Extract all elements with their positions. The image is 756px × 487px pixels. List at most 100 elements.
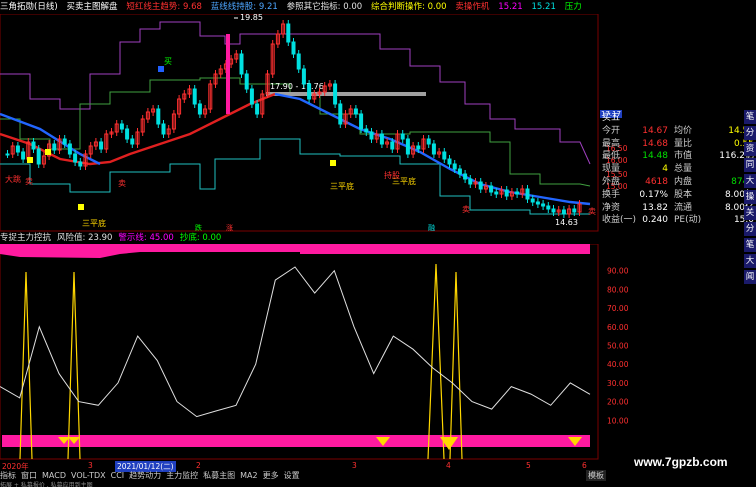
indicator-tab[interactable]: CCI (111, 471, 125, 480)
candle (515, 191, 520, 195)
low-price-label: 14.63 (555, 218, 578, 227)
indicator-tab[interactable]: VOL-TDX (71, 471, 106, 480)
side-tab[interactable]: 大 (744, 174, 756, 188)
side-tab[interactable]: 笔 (744, 238, 756, 252)
time-axis: 2020年 3 2021/01/12(二) 2 3 4 5 6 (0, 461, 600, 472)
indicator-tab[interactable]: 指标 (0, 471, 16, 480)
quote-row: 外盘 4618 内盘 8744 (600, 176, 756, 189)
candle (192, 88, 197, 105)
chart-title[interactable]: 三角拓勋(日线) (0, 0, 58, 14)
candle (452, 163, 457, 170)
indicator-tab[interactable]: 窗口 (21, 471, 37, 480)
yellow-signal-marker (27, 157, 33, 163)
candle (504, 189, 509, 197)
quote-row: 收益(一) 0.240 PE(动) 15.0 (600, 214, 756, 227)
candle (400, 133, 405, 140)
sub-header-item: 警示线: 45.00 (118, 233, 174, 243)
header-item: 蓝线线持股: 9.21 (210, 2, 278, 12)
candle (478, 181, 483, 190)
quote-label: 收益(一) (602, 215, 637, 226)
candle (307, 83, 312, 100)
indicator-name[interactable]: 买卖主图解盘 (67, 0, 118, 14)
quote-label: 均价 (674, 125, 693, 136)
side-tab[interactable]: 分 (744, 126, 756, 140)
indicator-tab[interactable]: 私募主图 (203, 471, 235, 480)
sub-indicator-header: 专捉主力控抗 风险值: 23.90 警示线: 45.00 抄底: 0.00 (0, 232, 600, 244)
sell-label: 卖 (588, 207, 596, 216)
buy-label: 买 (164, 57, 172, 66)
sub-axis-tick: 60.00 (607, 323, 629, 332)
side-tab[interactable]: 分 (744, 222, 756, 236)
indicator-tab[interactable]: MACD (42, 471, 66, 480)
candle (546, 205, 551, 210)
indicator-tab[interactable]: 设置 (284, 471, 300, 480)
candle (125, 128, 130, 140)
candle (291, 41, 296, 55)
risk-indicator-chart[interactable]: 90.00 80.00 70.00 60.00 50.00 40.00 30.00 20.00… (0, 244, 640, 460)
side-tab[interactable]: 笔 (744, 110, 756, 124)
high-price-label: 19.85 (240, 14, 263, 22)
candle (416, 145, 421, 150)
sub-axis-tick: 20.00 (607, 398, 629, 407)
quote-value: 14.68 (642, 138, 668, 149)
candle (197, 103, 202, 115)
top-warning-band-left (0, 244, 300, 258)
yellow-signal-marker (78, 204, 84, 210)
candle (21, 151, 26, 160)
quote-row: 最高14.68量比0.55 (600, 138, 756, 151)
sanping-label-bottom: 三平底 (82, 218, 106, 228)
candle (286, 23, 291, 43)
candle (239, 53, 244, 75)
sell-label: 卖 (462, 205, 470, 214)
quote-value: 14.67 (642, 125, 668, 136)
quote-value: 13.82 (642, 202, 668, 213)
quote-row: 净资 13.82 流通 8.00亿 (600, 202, 756, 215)
side-tab[interactable]: 闻 (744, 270, 756, 284)
quote-value: 0.17% (639, 189, 668, 200)
highlight-candle (226, 34, 230, 114)
quote-label: PE(动) (674, 215, 702, 226)
time-axis-label: 6 (582, 461, 587, 470)
watermark-text: www.7gpzb.com (634, 455, 728, 469)
indicator-tab[interactable]: 更多 (263, 471, 279, 480)
header-item: 短红线主趋势: 9.68 (126, 2, 202, 12)
candle (405, 138, 410, 155)
indicator-tab[interactable]: MA2 (240, 471, 257, 480)
candlestick-chart[interactable]: 17.90 - 17.76 19.85 14.63 三平底 三平底 三平底 卖 … (0, 14, 600, 232)
header-item: 压力 (564, 2, 582, 12)
candle (457, 168, 462, 175)
side-tab[interactable]: 操 (744, 190, 756, 204)
candle (369, 131, 374, 140)
range-label: 17.90 - 17.76 (270, 82, 324, 91)
indicator-tab[interactable]: 趋势动力 (129, 471, 161, 480)
blue-signal-marker (158, 66, 164, 72)
sub-header-item: 风险值: 23.90 (57, 233, 113, 243)
side-tab[interactable]: 关 (744, 206, 756, 220)
quote-value: 4 (662, 164, 668, 175)
candle (535, 201, 540, 205)
candle (359, 113, 364, 130)
side-tab[interactable]: 大 (744, 254, 756, 268)
candle (468, 178, 473, 185)
quote-label: 最低 (602, 151, 621, 162)
sell-label: 卖 (118, 179, 126, 188)
time-axis-label: 3 (352, 461, 357, 470)
side-tab[interactable]: 同 (744, 158, 756, 172)
quote-value: 14.48 (642, 151, 668, 162)
candle (442, 151, 447, 160)
candle (551, 208, 556, 213)
side-tab[interactable]: 资 (744, 142, 756, 156)
risk-value-line (0, 266, 591, 418)
quote-label: 最高 (602, 138, 621, 149)
quote-label: 市值 (674, 151, 693, 162)
candle (447, 158, 452, 165)
header-item: 15.21 (498, 2, 523, 12)
candle (301, 68, 306, 85)
sub-axis-tick: 80.00 (607, 285, 629, 294)
quote-label: 现量 (602, 164, 621, 175)
sub-header-item: 专捉主力控抗 (0, 233, 52, 243)
sub-axis-tick: 90.00 (607, 267, 629, 276)
right-side-tabs: 笔分资同大操关分笔大闻 (744, 110, 756, 440)
indicator-tab[interactable]: 主力监控 (166, 471, 198, 480)
candle (255, 103, 260, 115)
